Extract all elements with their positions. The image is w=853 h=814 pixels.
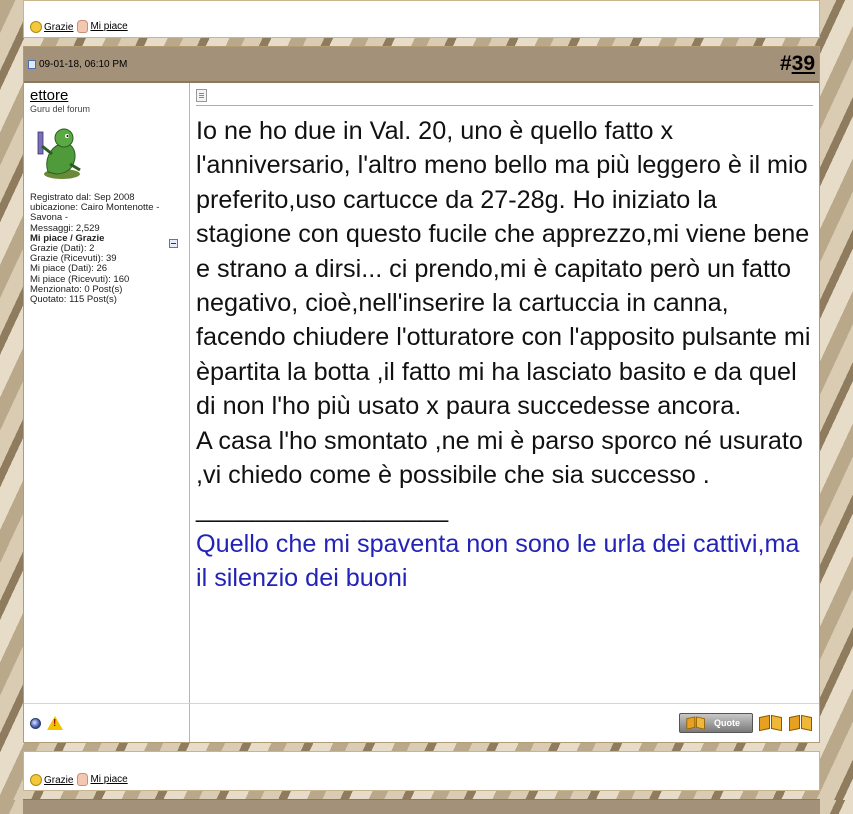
post-number-link[interactable]: 39: [792, 52, 815, 75]
smiley-icon: [30, 774, 42, 786]
like-link[interactable]: Mi piace: [77, 773, 128, 786]
thanks-label: Grazie: [44, 774, 74, 786]
like-link[interactable]: Mi piace: [77, 20, 128, 33]
avatar[interactable]: [30, 124, 88, 182]
like-label: Mi piace: [90, 21, 128, 32]
post-body: ettore Guru del forum Registrato dal: Se…: [24, 83, 819, 703]
smiley-icon: [30, 21, 42, 33]
thread-container: Grazie Mi piace 09-01-18, 06:10 PM #39 e…: [23, 0, 820, 814]
post: 09-01-18, 06:10 PM #39 ettore Guru del f…: [23, 46, 820, 743]
multi-quote-icon[interactable]: [759, 714, 783, 732]
post-footer-left: [24, 704, 190, 742]
user-offline-icon: [30, 717, 41, 729]
post-footer-actions: Quote: [190, 704, 819, 742]
signature: Quello che mi spaventa non sono le urla …: [196, 529, 800, 593]
thanks-bar-bottom: Grazie Mi piace: [23, 751, 820, 791]
quote-button[interactable]: Quote: [679, 713, 753, 733]
thumbs-up-icon: [77, 773, 89, 786]
user-stats: Registrato dal: Sep 2008 ubicazione: Cai…: [30, 192, 183, 306]
like-label: Mi piace: [90, 774, 128, 785]
user-title: Guru del forum: [30, 104, 91, 114]
post-number-prefix: #: [779, 52, 792, 75]
username-link[interactable]: ettore: [30, 87, 183, 104]
post-footer: Quote: [24, 703, 819, 742]
post-gap: [23, 791, 820, 799]
post-icon: [196, 89, 207, 102]
collapse-icon[interactable]: [169, 239, 178, 248]
user-info: ettore Guru del forum Registrato dal: Se…: [24, 83, 190, 703]
post-gap: [23, 38, 820, 46]
post-number: #39: [780, 52, 815, 76]
thanks-bar-top: Grazie Mi piace: [23, 0, 820, 38]
message-text: Io ne ho due in Val. 20, uno è quello fa…: [196, 114, 813, 596]
message-paragraph: Io ne ho due in Val. 20, uno è quello fa…: [196, 117, 811, 421]
thumbs-up-icon: [77, 20, 89, 33]
next-post-header: [23, 799, 820, 814]
post-status-icon: [28, 59, 36, 69]
message-paragraph: A casa l'ho smontato ,ne mi è parso spor…: [196, 426, 803, 490]
thanks-label: Grazie: [44, 21, 74, 33]
post-date-text: 09-01-18, 06:10 PM: [39, 58, 128, 70]
thanks-link[interactable]: Grazie: [30, 774, 73, 786]
post-header: 09-01-18, 06:10 PM #39: [24, 47, 819, 83]
stat-quoted: Quotato: 115 Post(s): [30, 294, 117, 306]
book-icon: [686, 716, 705, 730]
report-post-icon[interactable]: [47, 716, 63, 730]
post-date: 09-01-18, 06:10 PM: [28, 59, 127, 70]
quote-label: Quote: [714, 718, 740, 728]
message-area: Io ne ho due in Val. 20, uno è quello fa…: [190, 83, 819, 703]
signature-separator: __________________: [196, 495, 449, 524]
message-divider: [196, 105, 813, 106]
thanks-link[interactable]: Grazie: [30, 21, 73, 33]
post-gap: [23, 743, 820, 751]
quick-reply-icon[interactable]: [789, 714, 813, 732]
